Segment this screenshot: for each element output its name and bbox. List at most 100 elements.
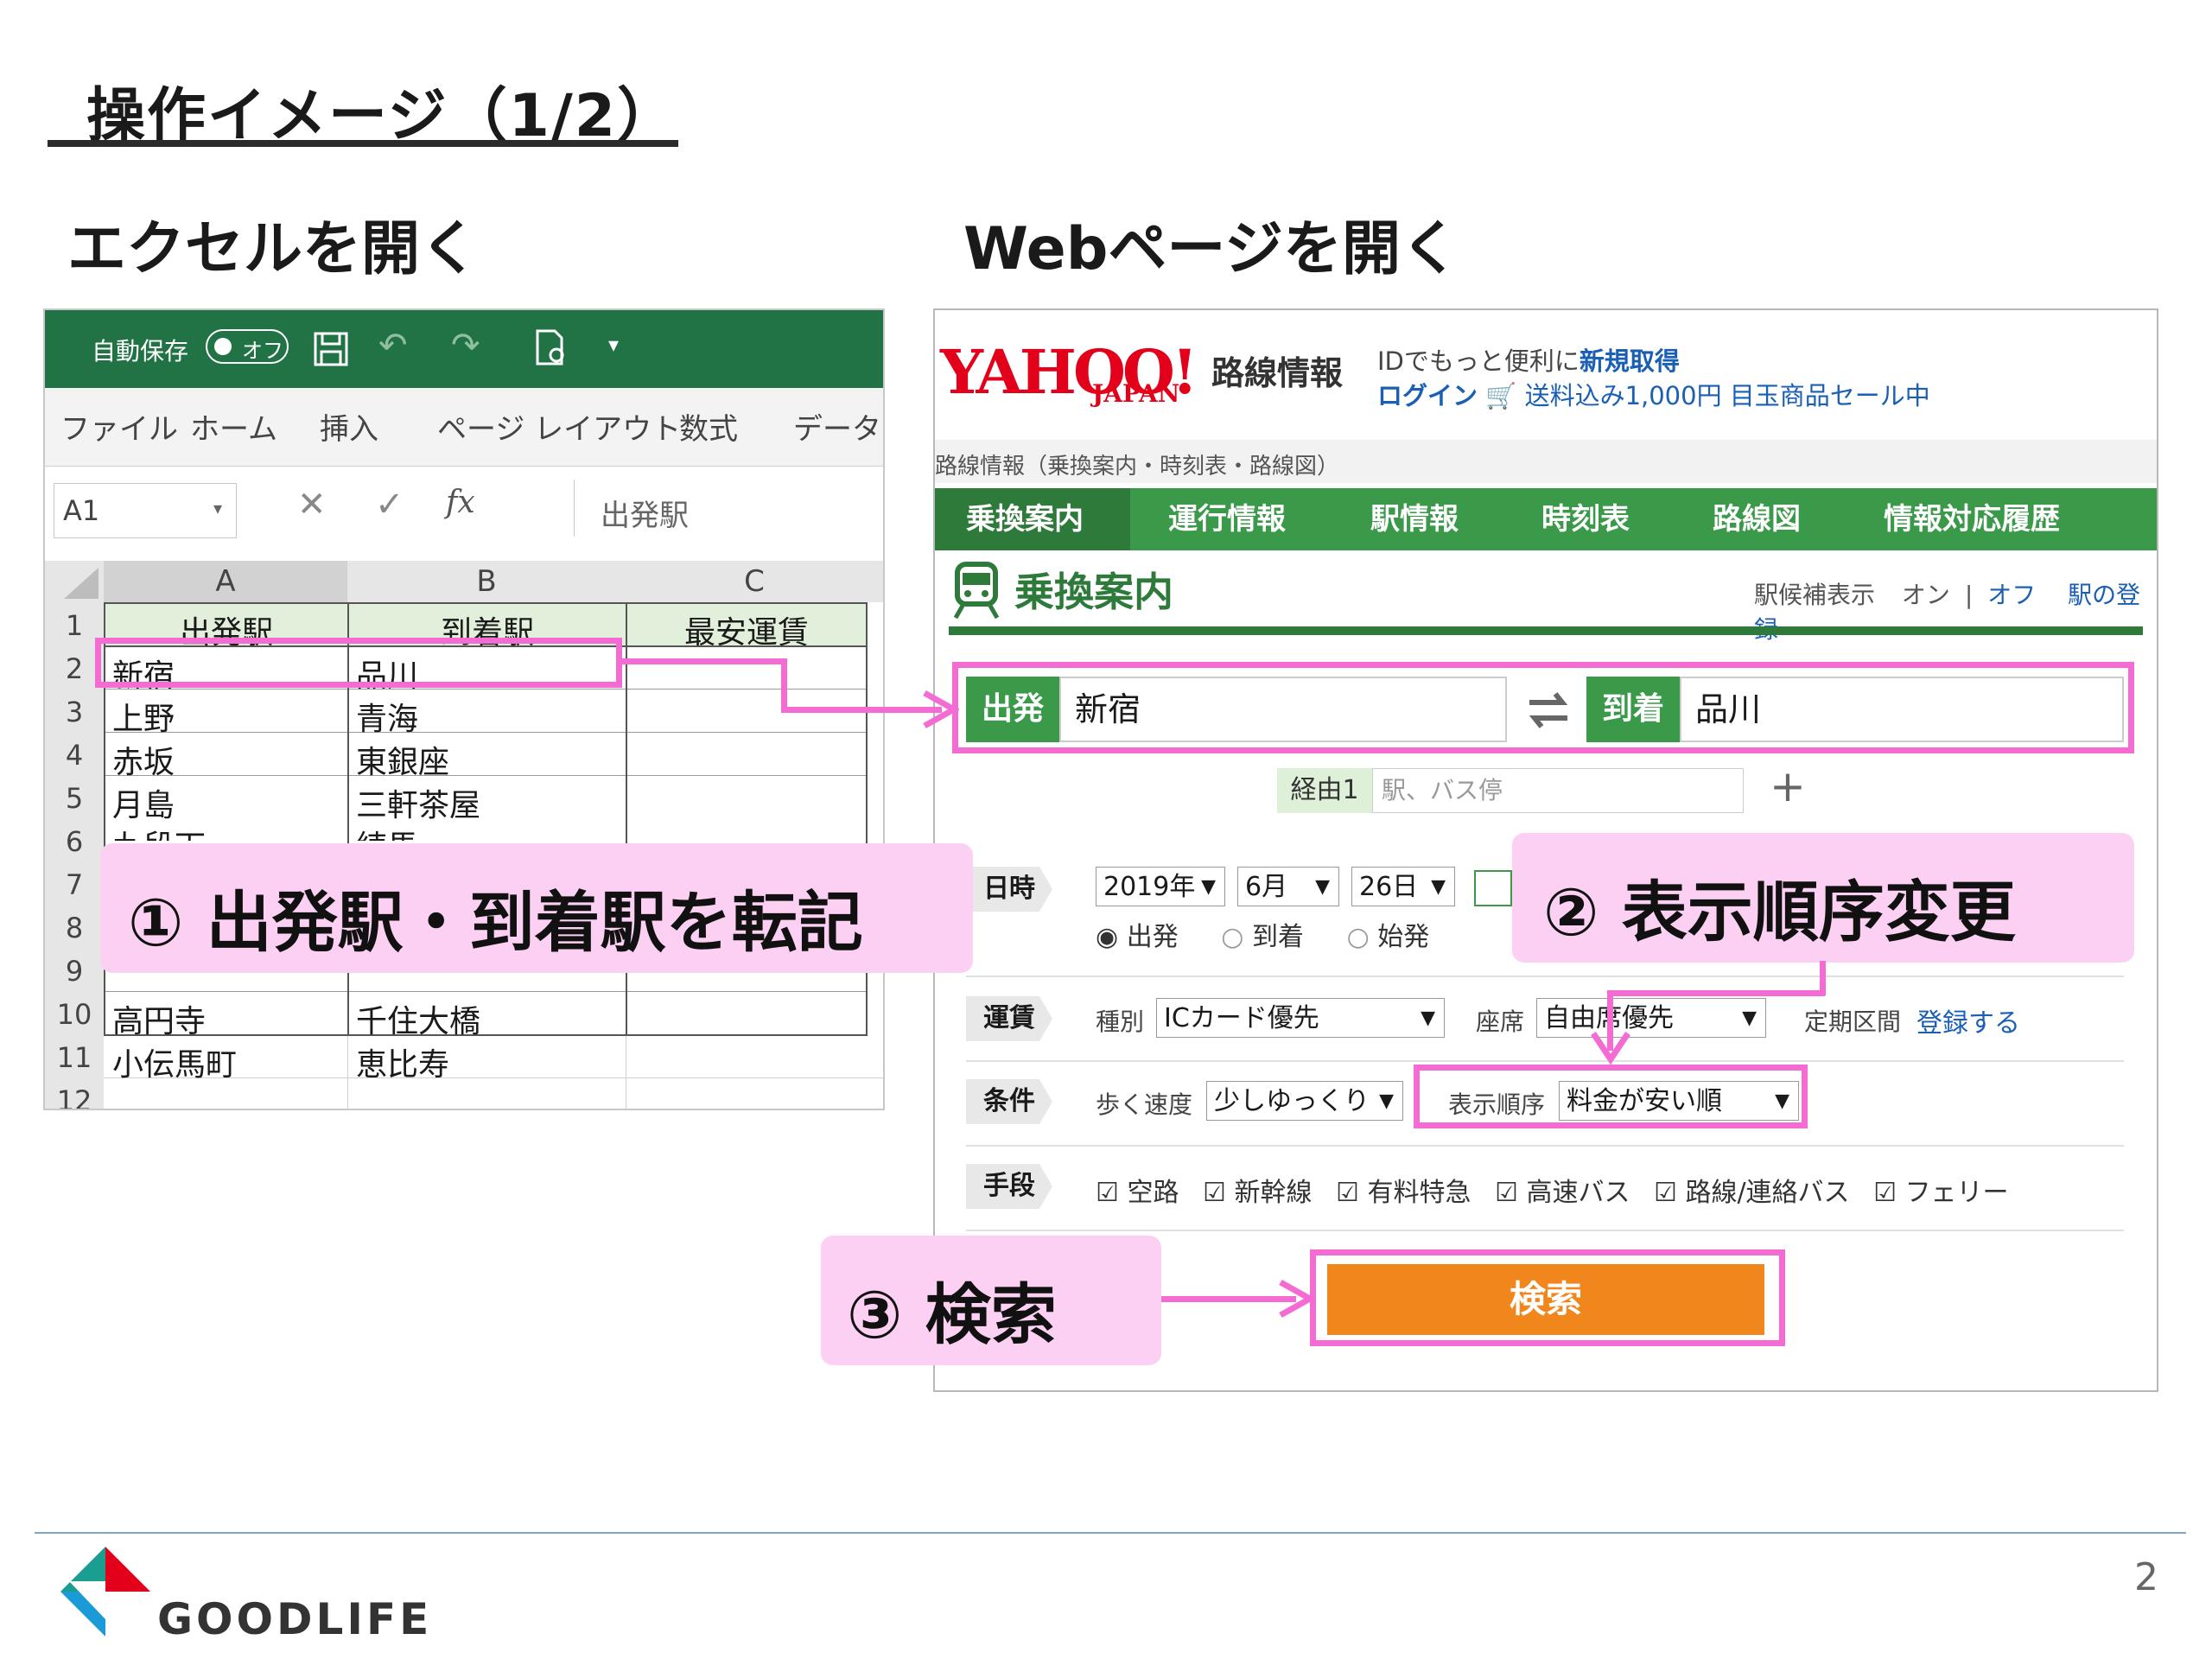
formula-value: 出発駅 [601,499,689,533]
radio-icon[interactable]: ○ [1221,922,1243,952]
separator [966,976,2124,977]
datetime-label: 日時 [966,867,1052,912]
means-limited-express[interactable]: 有料特急 [1367,1178,1471,1208]
nav-transfer[interactable]: 乗換案内 [966,488,1084,550]
enter-icon[interactable]: ✓ [375,485,404,524]
select-all-corner[interactable] [45,561,104,602]
means-air[interactable]: 空路 [1127,1178,1179,1208]
row-number[interactable]: 11 [45,1041,104,1074]
checkbox-icon[interactable]: ☑ [1654,1178,1677,1208]
separator [966,1060,2124,1062]
seat-select[interactable]: 自由席優先▼ [1536,998,1766,1038]
row-number[interactable]: 7 [45,868,104,901]
promo-line-1: IDでもっと便利に新規取得 [1377,341,1680,378]
fare-type-select[interactable]: ICカード優先 ▼ [1156,998,1445,1038]
redo-icon[interactable]: ↷ [451,326,480,365]
commuter-register-link[interactable]: 登録する [1916,1001,2020,1039]
suggest-on[interactable]: オン [1902,581,1950,609]
means-route-bus[interactable]: 路線/連絡バス [1685,1178,1849,1208]
main-nav: 乗換案内 運行情報 駅情報 時刻表 路線図 情報対応履歴 [935,488,2157,550]
goodlife-logo-icon [60,1547,150,1637]
row-number[interactable]: 6 [45,825,104,858]
means-highway-bus[interactable]: 高速バス [1526,1178,1630,1208]
signup-link[interactable]: 新規取得 [1580,346,1680,376]
tab-file[interactable]: ファイル [60,405,178,448]
print-preview-icon[interactable] [534,329,569,367]
means-ferry[interactable]: フェリー [1905,1178,2009,1208]
cancel-icon[interactable]: ✕ [297,485,327,524]
cell-a6[interactable]: 九段下 [112,822,346,841]
nav-timetable[interactable]: 時刻表 [1541,488,1630,550]
cell-c1[interactable]: 最安運賃 [627,607,866,652]
row-number[interactable]: 12 [45,1084,104,1109]
formula-input[interactable]: 出発駅 [574,480,883,537]
checkbox-icon[interactable]: ☑ [1096,1178,1119,1208]
via-label: 経由1 [1277,768,1372,813]
radio-icon[interactable]: ○ [1347,922,1370,952]
nav-operation[interactable]: 運行情報 [1168,488,1286,550]
cell-a5[interactable]: 月島 [112,780,346,825]
tab-insert[interactable]: 挿入 [320,405,378,448]
cell-b6[interactable]: 練馬 [356,822,624,841]
customize-qat-icon[interactable]: ▾ [608,333,619,357]
chevron-down-icon: ▼ [1742,1007,1757,1029]
day-select[interactable]: 26日 ▼ [1351,867,1455,906]
cell-b10[interactable]: 千住大橋 [356,996,624,1041]
nav-history[interactable]: 情報対応履歴 [1884,488,2060,550]
nav-station[interactable]: 駅情報 [1370,488,1459,550]
checkbox-icon[interactable]: ☑ [1495,1178,1518,1208]
nav-route-map[interactable]: 路線図 [1713,488,1801,550]
row-number[interactable]: 10 [45,998,104,1031]
excel-row-highlight [95,638,622,688]
cell-b11[interactable]: 恵比寿 [356,1039,624,1084]
checkbox-icon[interactable]: ☑ [1336,1178,1359,1208]
row-number[interactable]: 4 [45,739,104,772]
insert-function-icon[interactable]: fx [446,485,475,520]
month-value: 6月 [1245,872,1288,902]
tab-page-layout[interactable]: ページ レイアウト [437,405,681,448]
cell-b5[interactable]: 三軒茶屋 [356,780,624,825]
cell-b4[interactable]: 東銀座 [356,737,624,782]
promo1-prefix: IDでもっと便利に [1377,346,1580,376]
login-link[interactable]: ログイン [1377,381,1478,410]
add-via-icon[interactable]: + [1770,761,1806,811]
col-header-c[interactable]: C [626,561,883,602]
means-shinkansen[interactable]: 新幹線 [1234,1178,1312,1208]
sale-link[interactable]: 送料込み1,000円 目玉商品セール中 [1525,381,1930,410]
cell-a10[interactable]: 高円寺 [112,996,346,1041]
year-select[interactable]: 2019年 ▼ [1096,867,1225,906]
station-suggest-settings: 駅候補表示 オン | オフ 駅の登録 [1754,576,2157,645]
cell-a3[interactable]: 上野 [112,694,346,739]
fare-label: 運賃 [966,996,1052,1041]
name-box[interactable]: A1 ▾ [54,483,237,538]
tab-formulas[interactable]: 数式 [679,405,738,448]
row-number[interactable]: 8 [45,912,104,944]
calendar-icon[interactable] [1474,870,1512,906]
col-header-a[interactable]: A [104,561,348,602]
commuter-label: 定期区間 [1804,1007,1902,1036]
autosave-toggle[interactable]: オフ [206,329,289,364]
cell-b3[interactable]: 青海 [356,694,624,739]
autosave-state: オフ [242,339,283,363]
tab-data[interactable]: データ [793,405,881,448]
col-header-b[interactable]: B [347,561,626,602]
row-number[interactable]: 5 [45,782,104,815]
checkbox-icon[interactable]: ☑ [1203,1178,1226,1208]
walk-speed-select[interactable]: 少しゆっくり ▼ [1206,1081,1403,1121]
radio-first-train[interactable]: 始発 [1377,922,1429,952]
cell-a4[interactable]: 赤坂 [112,737,346,782]
radio-arrival[interactable]: 到着 [1252,922,1304,952]
undo-icon[interactable]: ↶ [378,326,408,365]
row-number[interactable]: 3 [45,696,104,728]
radio-selected-icon[interactable]: ◉ [1096,922,1118,952]
tab-home[interactable]: ホーム [190,405,277,448]
step3-text: ③ 検索 [847,1276,1057,1353]
suggest-off[interactable]: オフ [1987,581,2036,609]
checkbox-icon[interactable]: ☑ [1873,1178,1897,1208]
cell-a11[interactable]: 小伝馬町 [112,1039,346,1084]
month-select[interactable]: 6月 ▼ [1237,867,1339,906]
save-icon[interactable] [313,331,349,367]
row-number[interactable]: 9 [45,955,104,988]
via-input[interactable]: 駅、バス停 [1372,768,1744,813]
radio-departure[interactable]: 出発 [1127,922,1179,952]
